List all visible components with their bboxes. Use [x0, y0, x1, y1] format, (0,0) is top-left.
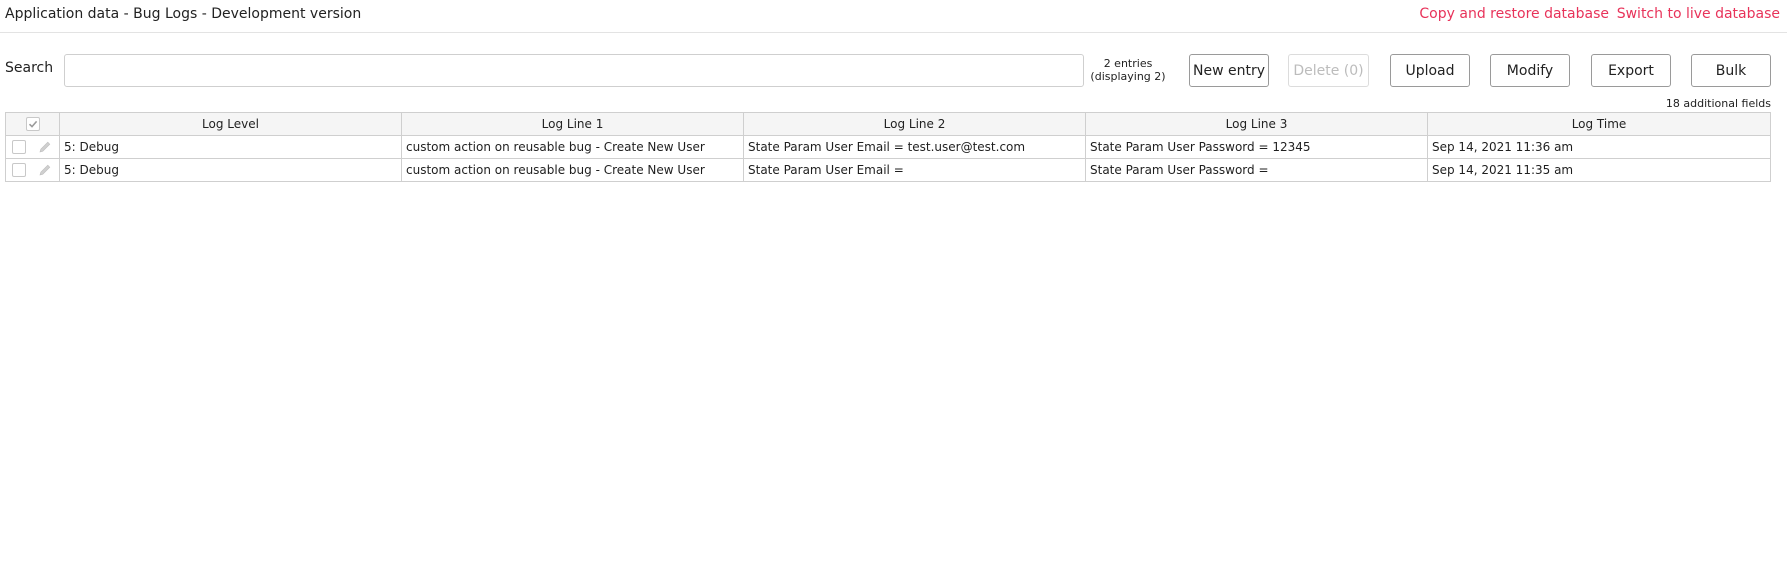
row-controls	[5, 135, 60, 159]
select-all-cell	[5, 112, 60, 136]
copy-restore-database-link[interactable]: Copy and restore database	[1419, 6, 1609, 22]
top-bar: Application data - Bug Logs - Developmen…	[0, 0, 1787, 33]
column-header-log-level[interactable]: Log Level	[59, 112, 402, 136]
new-entry-button[interactable]: New entry	[1189, 54, 1269, 87]
cell-log-level[interactable]: 5: Debug	[59, 135, 402, 159]
cell-log-time[interactable]: Sep 14, 2021 11:35 am	[1427, 158, 1771, 182]
switch-live-database-link[interactable]: Switch to live database	[1617, 6, 1780, 22]
table-header-row: Log Level Log Line 1 Log Line 2 Log Line…	[5, 112, 1771, 136]
search-label: Search	[5, 60, 54, 76]
cell-log-line-2[interactable]: State Param User Email = test.user@test.…	[743, 135, 1086, 159]
column-header-log-time[interactable]: Log Time	[1427, 112, 1771, 136]
modify-button[interactable]: Modify	[1490, 54, 1570, 87]
column-header-log-line-2[interactable]: Log Line 2	[743, 112, 1086, 136]
cell-log-line-3[interactable]: State Param User Password =	[1085, 158, 1428, 182]
bulk-button[interactable]: Bulk	[1691, 54, 1771, 87]
entries-count-total: 2 entries	[1103, 57, 1153, 70]
entries-count: 2 entries (displaying 2)	[1090, 57, 1166, 83]
additional-fields-link[interactable]: 18 additional fields	[1666, 97, 1771, 110]
cell-log-line-1[interactable]: custom action on reusable bug - Create N…	[401, 135, 744, 159]
upload-button[interactable]: Upload	[1390, 54, 1470, 87]
entries-count-displaying: (displaying 2)	[1090, 70, 1166, 83]
delete-button[interactable]: Delete (0)	[1288, 54, 1369, 87]
column-header-log-line-3[interactable]: Log Line 3	[1085, 112, 1428, 136]
row-checkbox[interactable]	[12, 140, 26, 154]
row-checkbox[interactable]	[12, 163, 26, 177]
cell-log-level[interactable]: 5: Debug	[59, 158, 402, 182]
pencil-icon[interactable]	[38, 163, 52, 177]
select-all-checkbox[interactable]	[25, 117, 40, 131]
row-controls	[5, 158, 60, 182]
cell-log-line-3[interactable]: State Param User Password = 12345	[1085, 135, 1428, 159]
cell-log-time[interactable]: Sep 14, 2021 11:36 am	[1427, 135, 1771, 159]
cell-log-line-1[interactable]: custom action on reusable bug - Create N…	[401, 158, 744, 182]
table-row[interactable]: 5: Debug custom action on reusable bug -…	[5, 158, 1771, 182]
table-row[interactable]: 5: Debug custom action on reusable bug -…	[5, 135, 1771, 159]
export-button[interactable]: Export	[1591, 54, 1671, 87]
pencil-icon[interactable]	[38, 140, 52, 154]
column-header-log-line-1[interactable]: Log Line 1	[401, 112, 744, 136]
data-table: Log Level Log Line 1 Log Line 2 Log Line…	[5, 112, 1771, 182]
search-input[interactable]	[64, 54, 1084, 87]
checkmark-icon	[28, 120, 37, 128]
page-title: Application data - Bug Logs - Developmen…	[5, 6, 362, 22]
cell-log-line-2[interactable]: State Param User Email =	[743, 158, 1086, 182]
